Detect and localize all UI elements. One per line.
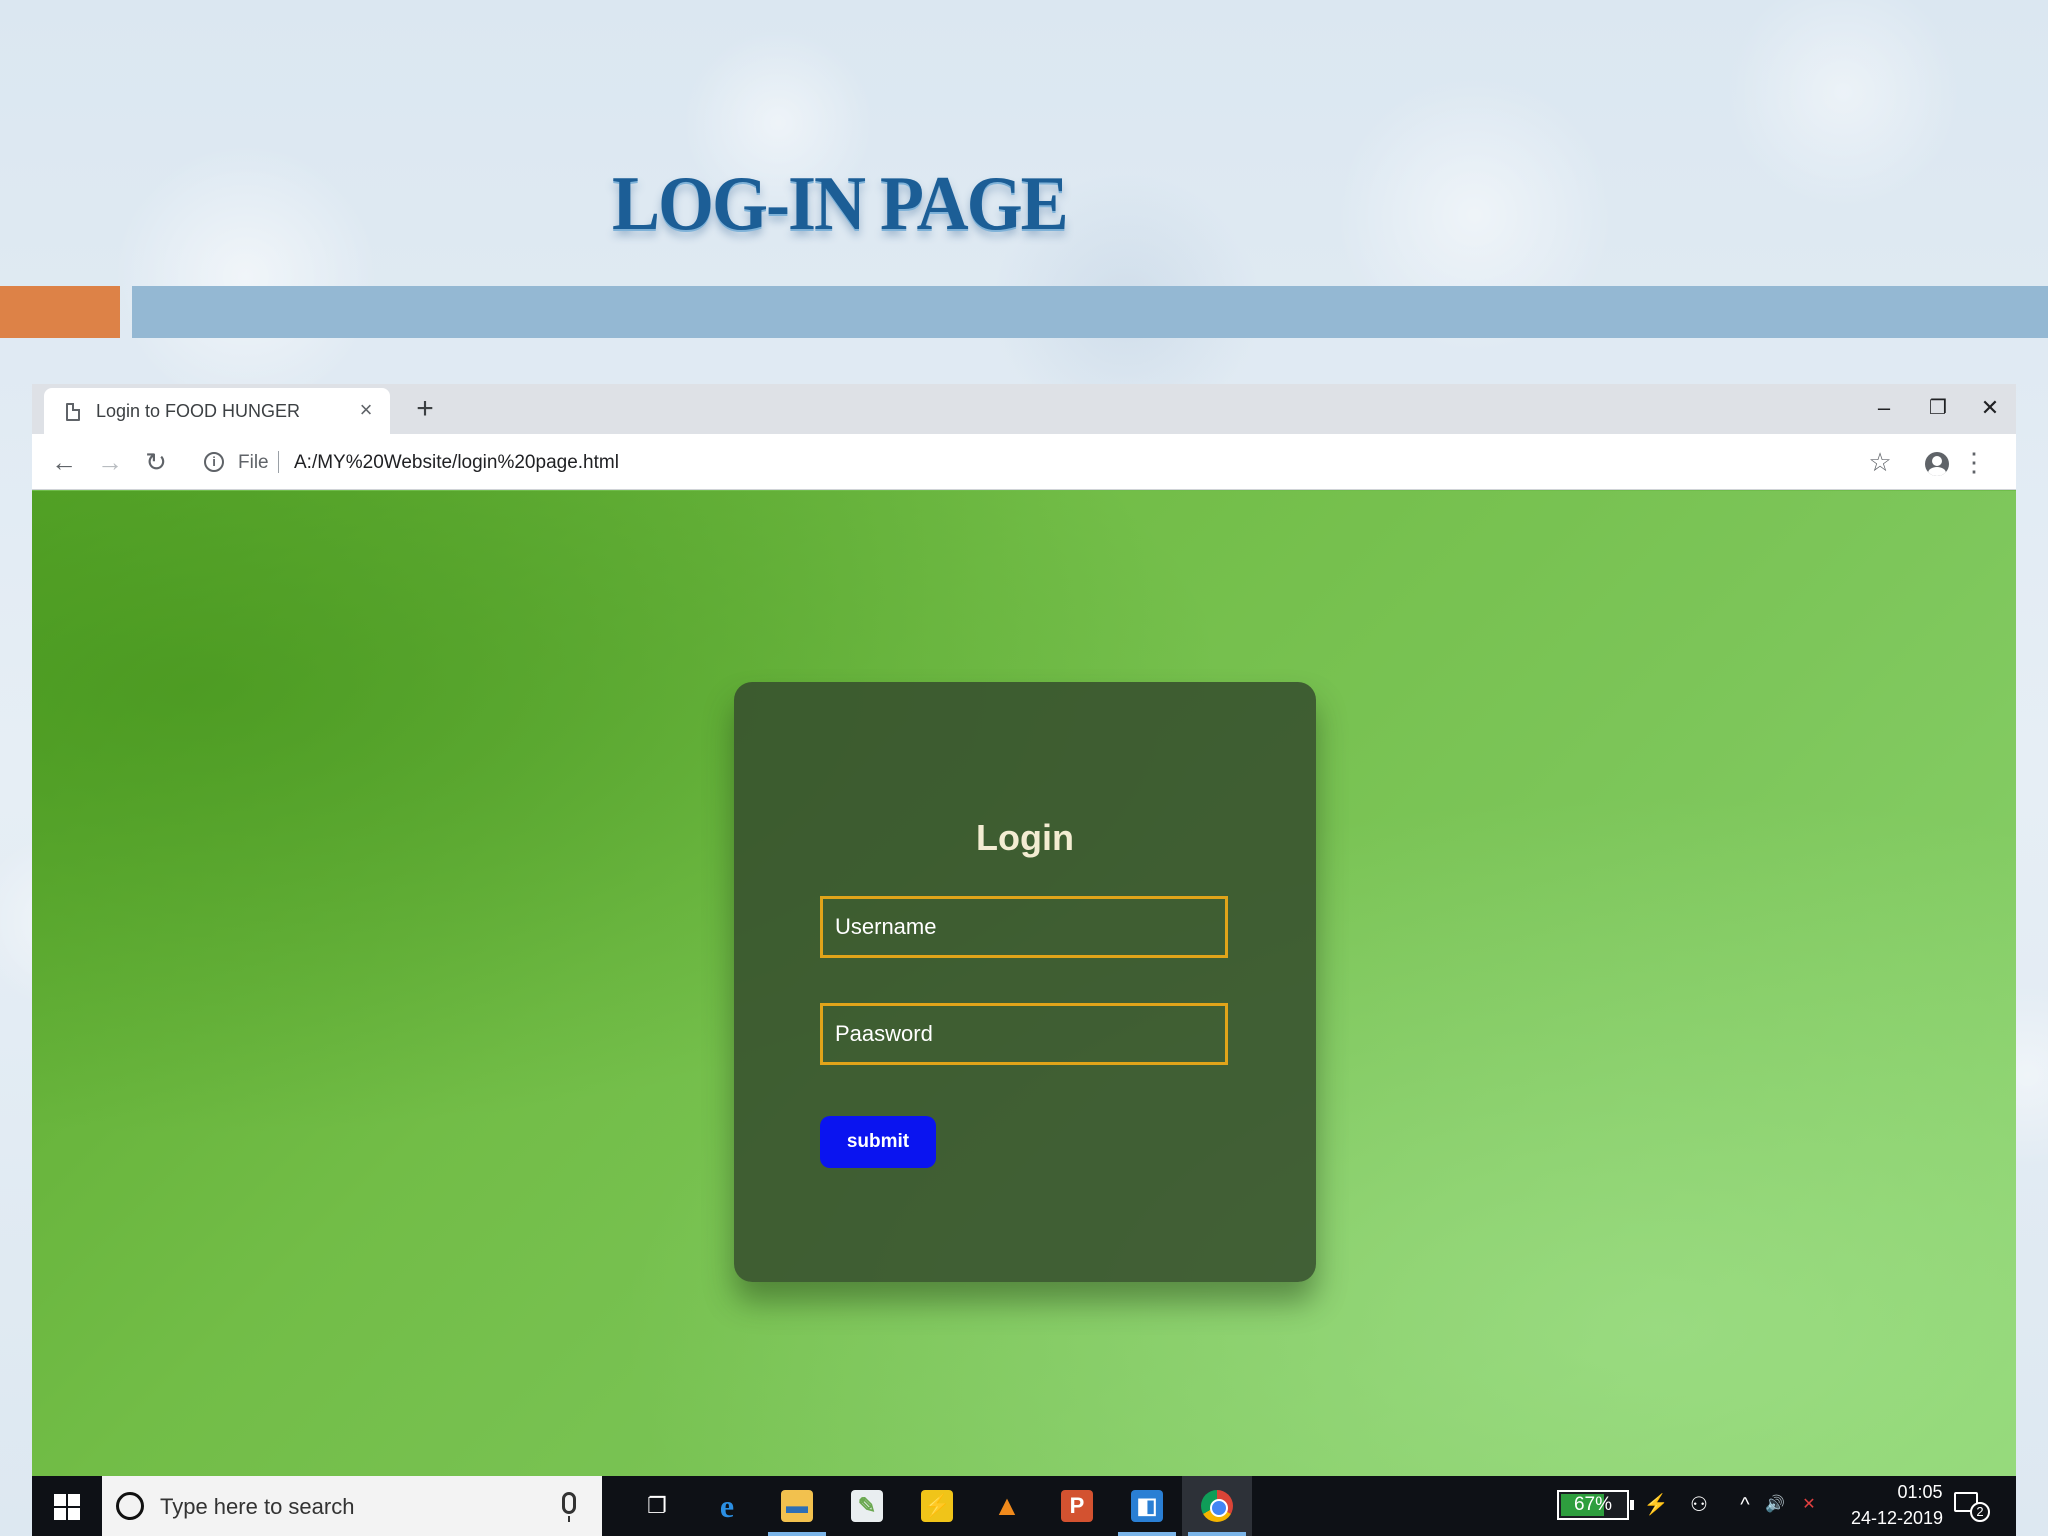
volume-icon[interactable]: 🔊 [1760,1490,1790,1520]
reload-icon[interactable]: ↻ [138,444,174,480]
task-view-icon: ❐ [647,1493,667,1518]
back-icon[interactable]: ← [46,444,82,480]
task-view-button[interactable]: ❐ [622,1476,692,1536]
chrome-button[interactable] [1182,1476,1252,1536]
forward-icon[interactable]: → [92,444,128,480]
password-input[interactable] [820,1003,1228,1065]
people-icon[interactable]: ⚇ [1684,1490,1714,1520]
new-tab-button[interactable]: + [408,392,442,426]
page-viewport: Login submit [32,491,2016,1476]
powerpoint-button[interactable]: P [1042,1476,1112,1536]
start-button[interactable] [32,1476,102,1536]
omnibox-divider [278,451,279,473]
taskbar-search[interactable]: Type here to search [102,1476,602,1536]
account-icon[interactable] [1925,452,1949,476]
username-input[interactable] [820,896,1228,958]
browser-window: Login to FOOD HUNGER × + – ❐ ✕ ← → ↻ i F… [32,384,2016,1476]
tab-login[interactable]: Login to FOOD HUNGER × [44,388,390,434]
chrome-icon [1201,1490,1233,1522]
vlc-button[interactable]: ▲ [972,1476,1042,1536]
yellow-app-button[interactable]: ⚡ [902,1476,972,1536]
page-icon [66,403,80,421]
chevron-up-icon[interactable]: ^ [1730,1490,1760,1520]
url-scheme: File [238,452,269,473]
bookmark-star-icon[interactable]: ☆ [1862,444,1898,480]
tab-strip: Login to FOOD HUNGER × + – ❐ ✕ [32,384,2016,434]
notification-center-icon[interactable]: 2 [1954,1490,1990,1524]
notepad-plus-button[interactable]: ✎ [832,1476,902,1536]
slide-accent-bar-blue [132,286,2048,338]
battery-indicator[interactable]: 67% [1557,1490,1634,1520]
close-window-button[interactable]: ✕ [1962,390,2016,426]
battery-percent: 67% [1573,1494,1613,1515]
login-card: Login submit [734,682,1316,1282]
windows-logo-icon [54,1494,80,1520]
info-icon[interactable]: i [204,452,224,472]
blue-app-button[interactable]: ◧ [1112,1476,1182,1536]
minimize-button[interactable]: – [1856,390,1912,426]
slide-title: LOG-IN PAGE [612,159,1069,247]
slide-accent-bar-orange [0,286,120,338]
tab-close-icon[interactable]: × [354,398,378,422]
vlc-icon: ▲ [993,1490,1021,1521]
network-icon[interactable]: ✕ [1794,1490,1824,1520]
file-explorer-button[interactable]: ▬ [762,1476,832,1536]
tab-title: Login to FOOD HUNGER [96,401,301,421]
browser-toolbar: ← → ↻ i File A:/MY%20Website/login%20pag… [32,434,2016,490]
address-bar[interactable]: i File A:/MY%20Website/login%20page.html [192,443,1882,481]
blue-app-icon: ◧ [1131,1490,1163,1522]
notification-count: 2 [1970,1502,1990,1522]
file-explorer-icon: ▬ [781,1490,813,1522]
restore-button[interactable]: ❐ [1910,390,1966,426]
yellow-app-icon: ⚡ [921,1490,953,1522]
notepad-plus-icon: ✎ [851,1490,883,1522]
edge-icon: e [719,1488,735,1524]
submit-button[interactable]: submit [820,1116,936,1168]
clock-date[interactable]: 24-12-2019 [1837,1508,1957,1529]
edge-app-button[interactable]: e [692,1476,762,1536]
cortana-icon [116,1492,144,1520]
taskbar: Type here to search ❐ e ▬ ✎ ⚡ ▲ P ◧ 67% … [32,1476,2016,1536]
url-text[interactable]: A:/MY%20Website/login%20page.html [294,452,619,474]
login-heading: Login [976,817,1074,858]
menu-dots-icon[interactable]: ⋮ [1956,444,1992,480]
powerpoint-icon: P [1061,1490,1093,1522]
microphone-icon[interactable] [562,1492,576,1522]
plug-icon: ⚡ [1643,1494,1669,1516]
search-placeholder: Type here to search [160,1494,355,1519]
